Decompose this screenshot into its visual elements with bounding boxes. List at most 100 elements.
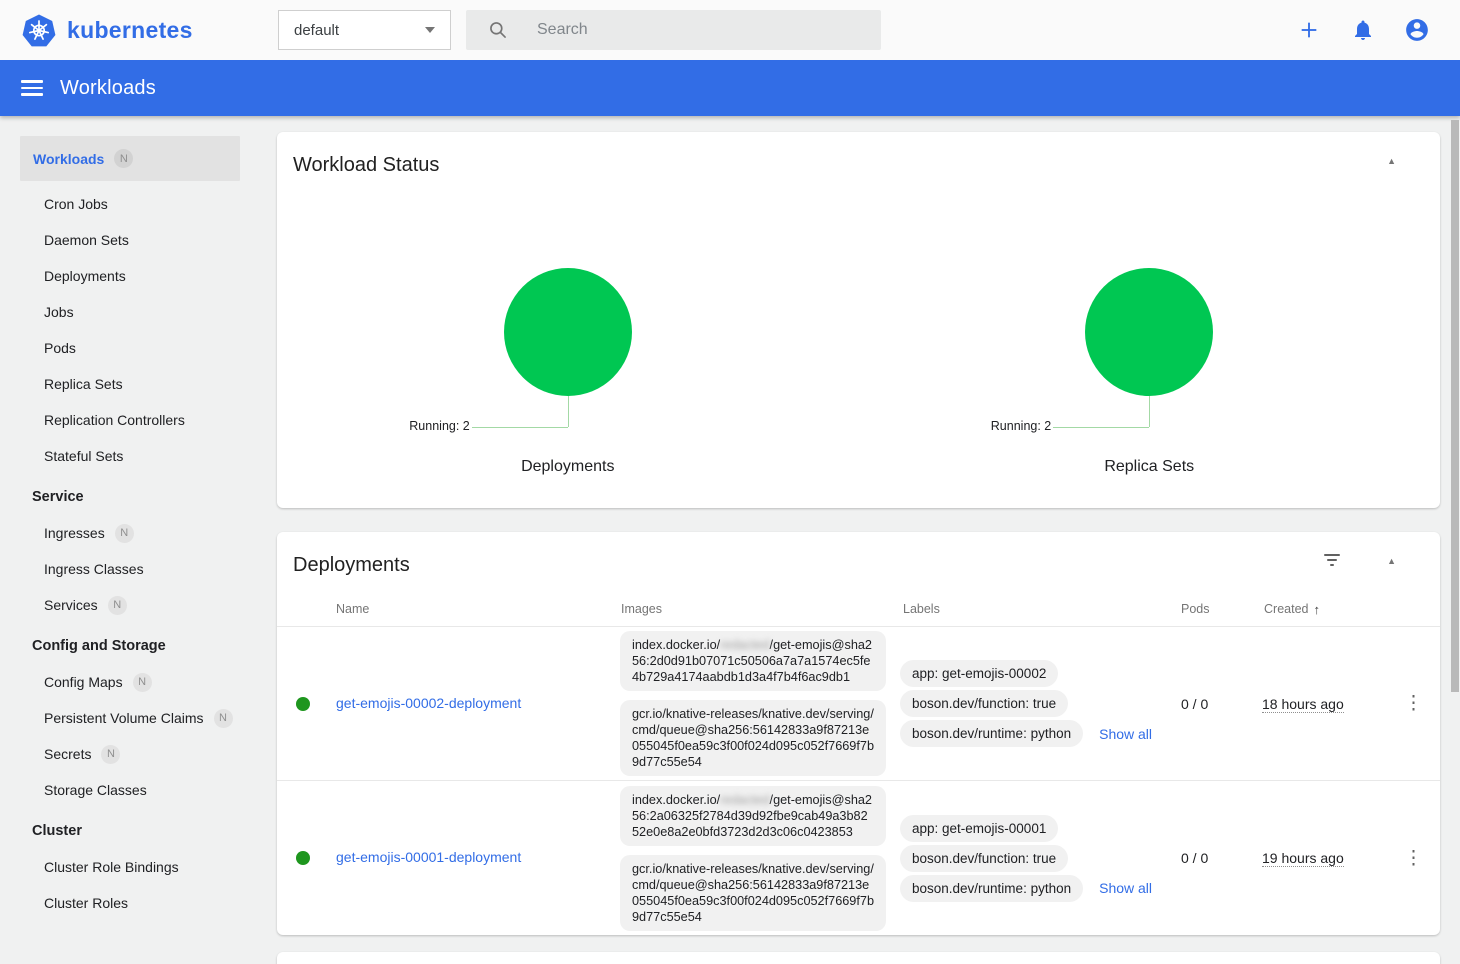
sidebar-item-secrets[interactable]: Secrets N — [0, 736, 260, 772]
label-chip: boson.dev/function: true — [900, 845, 1068, 872]
collapse-card-button[interactable]: ▲ — [1387, 556, 1396, 566]
account-button[interactable] — [1404, 17, 1430, 43]
sidebar-section-config-and-storage: Config and Storage — [0, 628, 260, 664]
kubernetes-logo[interactable]: kubernetes — [22, 14, 193, 47]
show-all-link[interactable]: Show all — [1099, 726, 1152, 742]
page-title: Workloads — [60, 77, 156, 100]
sidebar-item-ingress-classes[interactable]: Ingress Classes — [0, 551, 260, 587]
create-button[interactable] — [1296, 17, 1322, 43]
deployments-card: Deployments ▲ Name Images Labels Pods Cr… — [277, 532, 1440, 935]
sidebar-item-cluster-roles[interactable]: Cluster Roles — [0, 885, 260, 921]
callout-line — [472, 427, 568, 428]
image-chip: gcr.io/knative-releases/knative.dev/serv… — [620, 855, 886, 931]
show-all-link[interactable]: Show all — [1099, 880, 1152, 896]
new-badge: N — [108, 596, 127, 615]
table-header: Name Images Labels Pods Created ↑ — [277, 592, 1440, 627]
sidebar-item-ingresses[interactable]: Ingresses N — [0, 515, 260, 551]
new-badge: N — [114, 149, 133, 168]
label-chip: app: get-emojis-00001 — [900, 815, 1058, 842]
brand-wordmark: kubernetes — [67, 17, 193, 44]
sidebar-item-jobs[interactable]: Jobs — [0, 294, 260, 330]
sidebar-section-cluster: Cluster — [0, 813, 260, 849]
workload-status-card: Workload Status ▲ Running: 2 Deployments… — [277, 132, 1440, 508]
search-input[interactable] — [537, 21, 837, 39]
vertical-scrollbar[interactable] — [1451, 120, 1459, 692]
callout-line — [568, 396, 569, 427]
label-chip: boson.dev/runtime: python — [900, 720, 1083, 747]
table-row: get-emojis-00001-deployment index.docker… — [277, 780, 1440, 935]
sidebar-item-persistent-volume-claims[interactable]: Persistent Volume Claims N — [0, 700, 260, 736]
column-header-name[interactable]: Name — [323, 602, 607, 616]
sidebar-item-pods[interactable]: Pods — [0, 330, 260, 366]
table-row: get-emojis-00002-deployment index.docker… — [277, 627, 1440, 780]
image-chip: gcr.io/knative-releases/knative.dev/serv… — [620, 700, 886, 776]
filter-icon — [1324, 554, 1340, 556]
pie-running-segment[interactable] — [504, 268, 632, 396]
sidebar-item-stateful-sets[interactable]: Stateful Sets — [0, 438, 260, 474]
column-header-pods[interactable]: Pods — [1177, 602, 1262, 616]
label-chip: app: get-emojis-00002 — [900, 660, 1058, 687]
notifications-button[interactable] — [1350, 17, 1376, 43]
menu-button[interactable] — [21, 80, 43, 96]
new-badge: N — [101, 745, 120, 764]
sidebar: Workloads N Cron Jobs Daemon Sets Deploy… — [0, 116, 260, 921]
sort-ascending-icon: ↑ — [1313, 602, 1320, 617]
namespace-selector[interactable]: default — [278, 10, 451, 50]
pie-running-segment[interactable] — [1085, 268, 1213, 396]
column-header-labels[interactable]: Labels — [893, 602, 1177, 616]
status-running-icon — [296, 851, 310, 865]
sidebar-item-daemon-sets[interactable]: Daemon Sets — [0, 222, 260, 258]
search-bar[interactable] — [466, 10, 881, 50]
card-title: Deployments — [293, 554, 410, 577]
pie-annotation: Running: 2 — [991, 419, 1051, 433]
label-chip: boson.dev/function: true — [900, 690, 1068, 717]
column-header-created[interactable]: Created ↑ — [1262, 602, 1387, 617]
card-title: Workload Status — [293, 154, 439, 177]
top-header: kubernetes default — [0, 0, 1460, 60]
deployments-pie-chart: Running: 2 Deployments — [277, 268, 859, 498]
plus-icon — [1298, 19, 1320, 41]
image-chip: index.docker.io/redacted/get-emojis@sha2… — [620, 631, 886, 691]
created-timestamp: 19 hours ago — [1262, 850, 1344, 867]
sidebar-item-replication-controllers[interactable]: Replication Controllers — [0, 402, 260, 438]
table-body: get-emojis-00002-deployment index.docker… — [277, 627, 1440, 935]
redacted-text: redacted — [720, 793, 769, 807]
sidebar-item-config-maps[interactable]: Config Maps N — [0, 664, 260, 700]
callout-line — [1053, 427, 1149, 428]
filter-button[interactable] — [1322, 554, 1342, 566]
replica-sets-pie-chart: Running: 2 Replica Sets — [859, 268, 1441, 498]
sidebar-section-service: Service — [0, 479, 260, 515]
search-icon — [488, 20, 508, 40]
kubernetes-wheel-icon — [22, 14, 56, 47]
namespace-value: default — [294, 22, 339, 39]
new-badge: N — [214, 709, 233, 728]
row-actions-menu-button[interactable]: ⋮ — [1396, 690, 1431, 717]
hamburger-icon — [21, 80, 43, 83]
deployment-name-link[interactable]: get-emojis-00002-deployment — [336, 695, 521, 711]
chevron-down-icon — [425, 27, 435, 33]
deployment-name-link[interactable]: get-emojis-00001-deployment — [336, 849, 521, 865]
row-actions-menu-button[interactable]: ⋮ — [1396, 845, 1431, 872]
sidebar-item-cluster-role-bindings[interactable]: Cluster Role Bindings — [0, 849, 260, 885]
redacted-text: redacted — [720, 638, 769, 652]
image-chip: index.docker.io/redacted/get-emojis@sha2… — [620, 786, 886, 846]
app-toolbar: Workloads — [0, 60, 1460, 116]
new-badge: N — [133, 673, 152, 692]
sidebar-item-replica-sets[interactable]: Replica Sets — [0, 366, 260, 402]
sidebar-item-cron-jobs[interactable]: Cron Jobs — [0, 186, 260, 222]
workload-status-charts: Running: 2 Deployments Running: 2 Replic… — [277, 268, 1440, 498]
sidebar-item-services[interactable]: Services N — [0, 587, 260, 623]
chart-caption: Replica Sets — [859, 458, 1441, 476]
pie-annotation: Running: 2 — [409, 419, 469, 433]
collapse-card-button[interactable]: ▲ — [1387, 156, 1396, 166]
pods-count: 0 / 0 — [1177, 850, 1262, 866]
status-running-icon — [296, 697, 310, 711]
created-timestamp: 18 hours ago — [1262, 696, 1344, 713]
account-circle-icon — [1404, 17, 1430, 43]
sidebar-item-deployments[interactable]: Deployments — [0, 258, 260, 294]
header-actions — [1296, 0, 1430, 60]
sidebar-item-storage-classes[interactable]: Storage Classes — [0, 772, 260, 808]
column-header-images[interactable]: Images — [607, 602, 893, 616]
sidebar-item-workloads[interactable]: Workloads N — [20, 136, 240, 181]
next-card-partial — [277, 952, 1440, 964]
